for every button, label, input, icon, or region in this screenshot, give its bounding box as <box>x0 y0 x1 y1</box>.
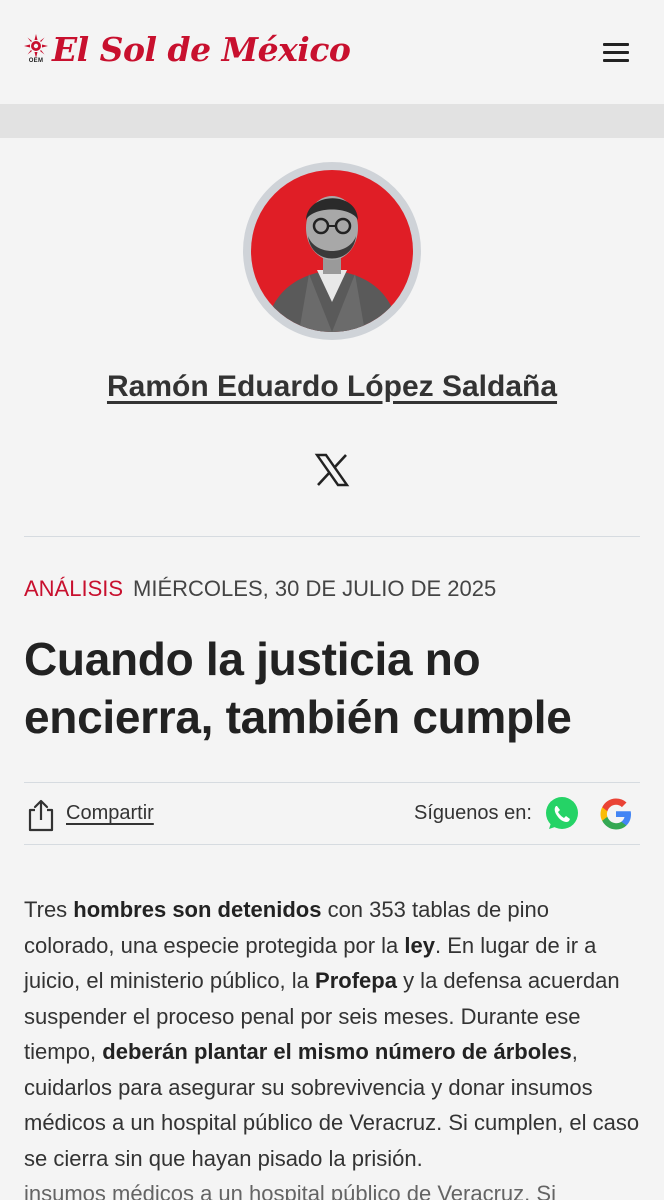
article-paragraph: Tres hombres son detenidos con 353 tabla… <box>24 892 640 1176</box>
oem-badge: OEM <box>28 57 44 64</box>
x-twitter-icon[interactable] <box>314 452 350 488</box>
article-body: Tres hombres son detenidos con 353 tabla… <box>24 892 640 1200</box>
site-logo[interactable]: OEM El Sol de México <box>24 30 351 69</box>
article-headline: Cuando la justicia no encierra, también … <box>24 633 572 743</box>
publish-date: MIÉRCOLES, 30 DE JULIO DE 2025 <box>133 576 497 601</box>
article-paragraph-next: insumos médicos a un hospital público de… <box>24 1181 556 1200</box>
logo-wordmark: El Sol de México <box>52 30 351 69</box>
share-divider-top <box>24 782 640 783</box>
share-divider-bottom <box>24 844 640 845</box>
sun-logo-icon: OEM <box>24 32 48 68</box>
site-header: OEM El Sol de México <box>0 0 664 104</box>
share-bar: Compartir Síguenos en: <box>24 792 640 838</box>
bold-text-run: hombres son detenidos <box>73 897 322 922</box>
follow-label: Síguenos en: <box>414 802 532 824</box>
section-label[interactable]: ANÁLISIS <box>24 576 123 601</box>
hamburger-menu-icon[interactable] <box>600 40 632 66</box>
article-meta: ANÁLISIS MIÉRCOLES, 30 DE JULIO DE 2025 <box>24 576 496 602</box>
share-icon[interactable] <box>26 798 56 832</box>
author-name-link[interactable]: Ramón Eduardo López Saldaña <box>0 370 664 404</box>
bold-text-run: ley <box>404 932 435 958</box>
bold-text-run: deberán plantar el mismo número de árbol… <box>102 1039 572 1064</box>
whatsapp-icon[interactable] <box>544 796 580 832</box>
bold-text-run: Profepa <box>315 968 397 993</box>
author-divider <box>24 536 640 537</box>
text-run: Tres <box>24 897 74 922</box>
author-avatar[interactable] <box>243 162 421 340</box>
share-button[interactable]: Compartir <box>66 802 154 825</box>
ad-banner-strip <box>0 104 664 138</box>
google-icon[interactable] <box>598 796 634 832</box>
